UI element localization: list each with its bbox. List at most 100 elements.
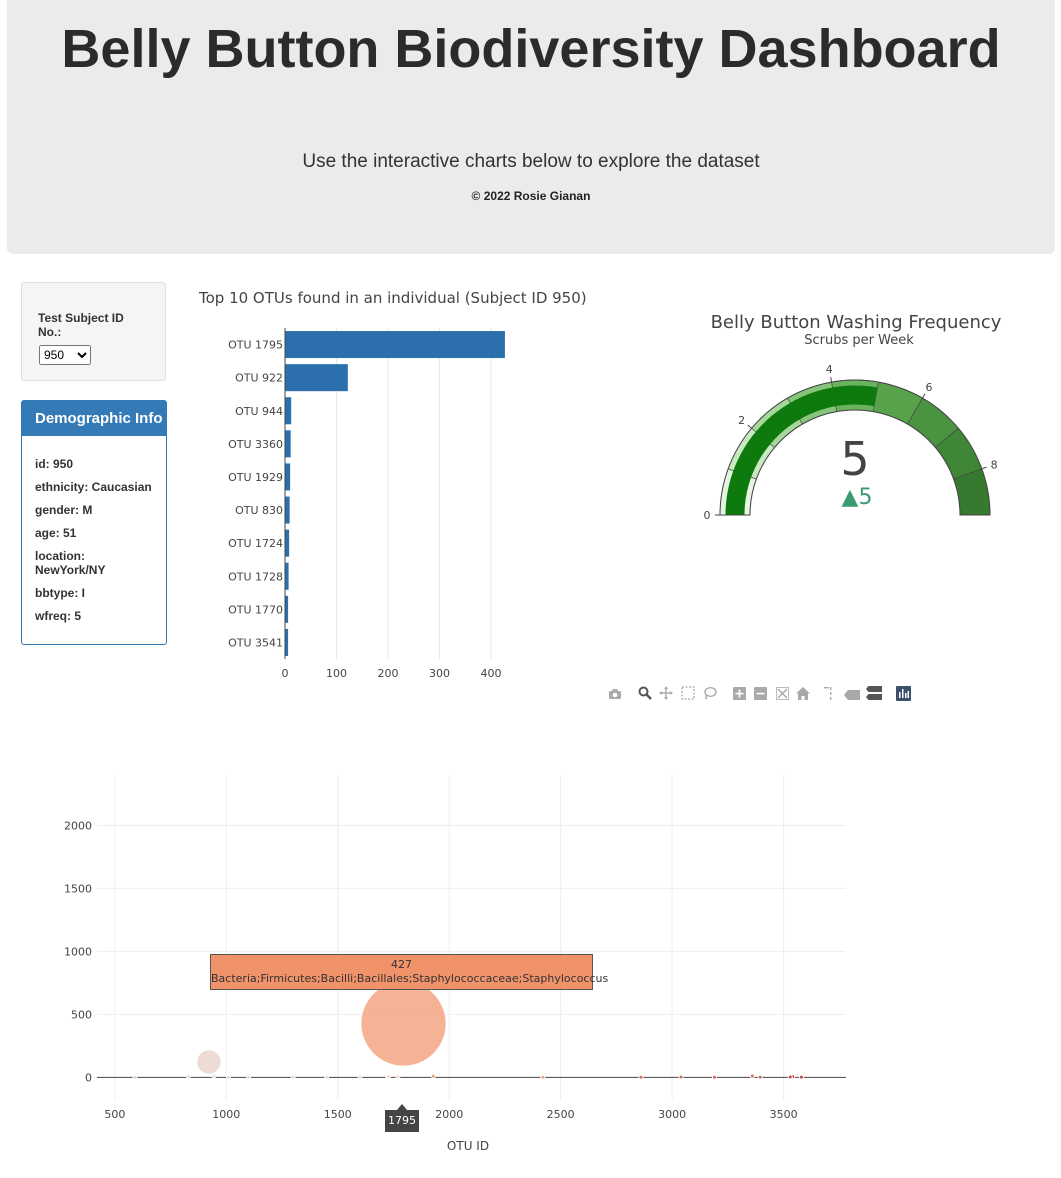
bar-category-label: OTU 1929 xyxy=(228,471,283,484)
demographic-info-heading: Demographic Info xyxy=(22,401,166,436)
bar-mark xyxy=(285,430,291,458)
spike-lines-icon[interactable] xyxy=(821,686,839,706)
bubble-point xyxy=(798,1074,804,1080)
pan-icon[interactable] xyxy=(657,686,675,706)
bubble-point xyxy=(246,1074,252,1080)
bar-category-label: OTU 1770 xyxy=(228,603,283,616)
demo-ethnicity: ethnicity: Caucasian xyxy=(35,480,152,494)
gauge-value-text: 5 xyxy=(840,432,869,486)
demographic-info-panel: Demographic Info id: 950 ethnicity: Cauc… xyxy=(21,400,167,645)
bar-category-label: OTU 1724 xyxy=(228,537,283,550)
bar-category-label: OTU 830 xyxy=(235,504,283,517)
gauge-chart[interactable]: 0 2 4 6 8 5▲5 xyxy=(690,355,1020,530)
gauge-tick-label: 6 xyxy=(926,381,933,394)
bar-x-tick-label: 200 xyxy=(378,667,399,678)
bubble-y-tick-label: 0 xyxy=(85,1071,92,1084)
gauge-tick xyxy=(981,466,987,470)
demo-gender: gender: M xyxy=(35,503,93,517)
bar-x-tick-label: 100 xyxy=(326,667,347,678)
bubble-point xyxy=(324,1074,330,1080)
bubble-point xyxy=(678,1074,684,1080)
bar-x-tick-label: 300 xyxy=(429,667,450,678)
bar-chart[interactable]: 0 100 200 300 400 OTU 1795 OTU 922 OTU 944 OTU 3… xyxy=(200,318,530,678)
bubble-point xyxy=(132,1074,138,1080)
page-subtitle: Use the interactive charts below to expl… xyxy=(302,151,760,172)
demographic-info-body: id: 950 ethnicity: Caucasian gender: M a… xyxy=(22,436,166,623)
bar-category-label: OTU 3541 xyxy=(228,636,283,649)
bar-x-tick-label: 400 xyxy=(481,667,502,678)
page-title: Belly Button Biodiversity Dashboard xyxy=(61,19,1001,79)
zoom-out-icon[interactable] xyxy=(751,686,769,706)
bar-x-tick-label: 0 xyxy=(282,667,289,678)
bar-mark xyxy=(285,496,290,524)
header-jumbotron: Belly Button Biodiversity Dashboard Use … xyxy=(7,0,1055,254)
tooltip-value: 427 xyxy=(391,958,412,971)
bubble-point xyxy=(357,1074,363,1080)
bubble-x-tick-label: 2000 xyxy=(435,1108,463,1121)
subject-selector-panel: Test Subject ID No.: 950 xyxy=(21,282,166,381)
bubble-point xyxy=(196,1049,222,1075)
bubble-y-tick-label: 2000 xyxy=(64,819,92,832)
demo-wfreq: wfreq: 5 xyxy=(35,609,82,623)
bubble-tooltip: 427 Bacteria;Firmicutes;Bacilli;Bacillal… xyxy=(210,954,609,990)
copyright-text: © 2022 Rosie Gianan xyxy=(471,189,591,203)
gauge-title: Belly Button Washing Frequency xyxy=(710,312,1002,333)
plotly-logo-icon[interactable] xyxy=(894,686,912,706)
bubble-x-axis-title: OTU ID xyxy=(446,1139,490,1153)
gauge-tick xyxy=(747,424,752,429)
bubble-point xyxy=(540,1074,546,1080)
subject-id-dropdown[interactable]: 950 xyxy=(39,345,91,365)
gauge-tick-label: 4 xyxy=(826,363,833,376)
bubble-point xyxy=(185,1073,191,1079)
bubble-point xyxy=(290,1074,296,1080)
demo-location: location: NewYork/NY xyxy=(35,549,106,577)
gauge-tick-label: 8 xyxy=(991,458,998,471)
bar-category-label: OTU 1795 xyxy=(228,339,283,352)
bubble-point xyxy=(638,1074,644,1080)
bar-mark xyxy=(285,331,505,359)
hover-closest-icon[interactable] xyxy=(843,686,861,706)
bubble-point xyxy=(226,1074,232,1080)
home-icon[interactable] xyxy=(794,686,812,706)
hover-x-label: 1795 xyxy=(385,1110,419,1132)
zoom-in-icon[interactable] xyxy=(730,686,748,706)
bubble-point xyxy=(749,1073,755,1079)
demo-age: age: 51 xyxy=(35,526,77,540)
gauge-tick xyxy=(922,393,926,399)
bar-mark xyxy=(285,529,290,557)
bubble-x-tick-label: 500 xyxy=(104,1108,125,1121)
hover-x-label-pointer xyxy=(397,1104,407,1110)
bar-category-label: OTU 944 xyxy=(235,405,283,418)
bubble-marks xyxy=(132,980,804,1080)
hover-x-label-text: 1795 xyxy=(388,1114,416,1127)
camera-icon[interactable] xyxy=(606,686,624,706)
zoom-icon[interactable] xyxy=(636,686,654,706)
autoscale-icon[interactable] xyxy=(773,686,791,706)
bubble-point xyxy=(787,1074,793,1080)
bar-chart-title: Top 10 OTUs found in an individual (Subj… xyxy=(199,289,587,307)
bubble-point xyxy=(711,1074,717,1080)
subject-selector-label: Test Subject ID No.: xyxy=(38,311,124,339)
gauge-tick xyxy=(830,377,833,383)
bar-category-label: OTU 922 xyxy=(235,372,283,385)
gauge-delta-text: ▲5 xyxy=(842,485,873,510)
bar-mark xyxy=(285,463,291,491)
bubble-x-tick-label: 1500 xyxy=(324,1108,352,1121)
gauge-tick-label: 2 xyxy=(738,414,745,427)
bubble-x-tick-label: 1000 xyxy=(212,1108,240,1121)
bubble-point xyxy=(430,1073,436,1079)
bar-mark xyxy=(285,364,348,392)
tooltip-label: Bacteria;Firmicutes;Bacilli;Bacillales;S… xyxy=(211,972,609,985)
bar-mark xyxy=(285,562,289,590)
demo-id: id: 950 xyxy=(35,457,74,471)
hover-compare-icon[interactable] xyxy=(865,686,883,706)
lasso-icon[interactable] xyxy=(701,686,719,706)
bubble-x-tick-label: 3500 xyxy=(770,1108,798,1121)
bubble-x-tick-label: 2500 xyxy=(547,1108,575,1121)
box-select-icon[interactable] xyxy=(679,686,697,706)
bubble-point xyxy=(395,1074,401,1080)
bar-category-label: OTU 3360 xyxy=(228,438,283,451)
bubble-point xyxy=(211,1073,217,1079)
bubble-y-tick-label: 1000 xyxy=(64,945,92,958)
bubble-point xyxy=(386,1073,392,1079)
